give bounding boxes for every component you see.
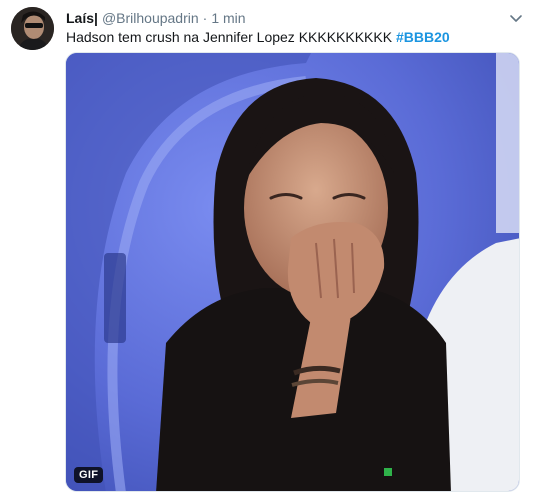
tweet-media-gif[interactable]: GIF <box>65 52 520 492</box>
avatar[interactable] <box>11 7 54 50</box>
tweet-text: Hadson tem crush na Jennifer Lopez KKKKK… <box>66 28 450 46</box>
tweet-header: Laís| @Brilhoupadrin · 1 min <box>66 9 246 27</box>
tweet-card[interactable]: Laís| @Brilhoupadrin · 1 min Hadson tem cru… <box>0 0 538 502</box>
gif-badge: GIF <box>74 467 104 483</box>
hashtag-link[interactable]: #BBB20 <box>396 29 450 45</box>
timestamp[interactable]: 1 min <box>211 10 245 26</box>
author-name[interactable]: Laís| <box>66 10 98 26</box>
avatar-image <box>11 7 54 50</box>
separator-dot: · <box>202 10 208 26</box>
tweet-body: Hadson tem crush na Jennifer Lopez KKKKK… <box>66 29 396 45</box>
chevron-down-icon[interactable] <box>508 10 524 26</box>
gif-image <box>66 53 519 491</box>
author-handle[interactable]: @Brilhoupadrin <box>102 10 199 26</box>
